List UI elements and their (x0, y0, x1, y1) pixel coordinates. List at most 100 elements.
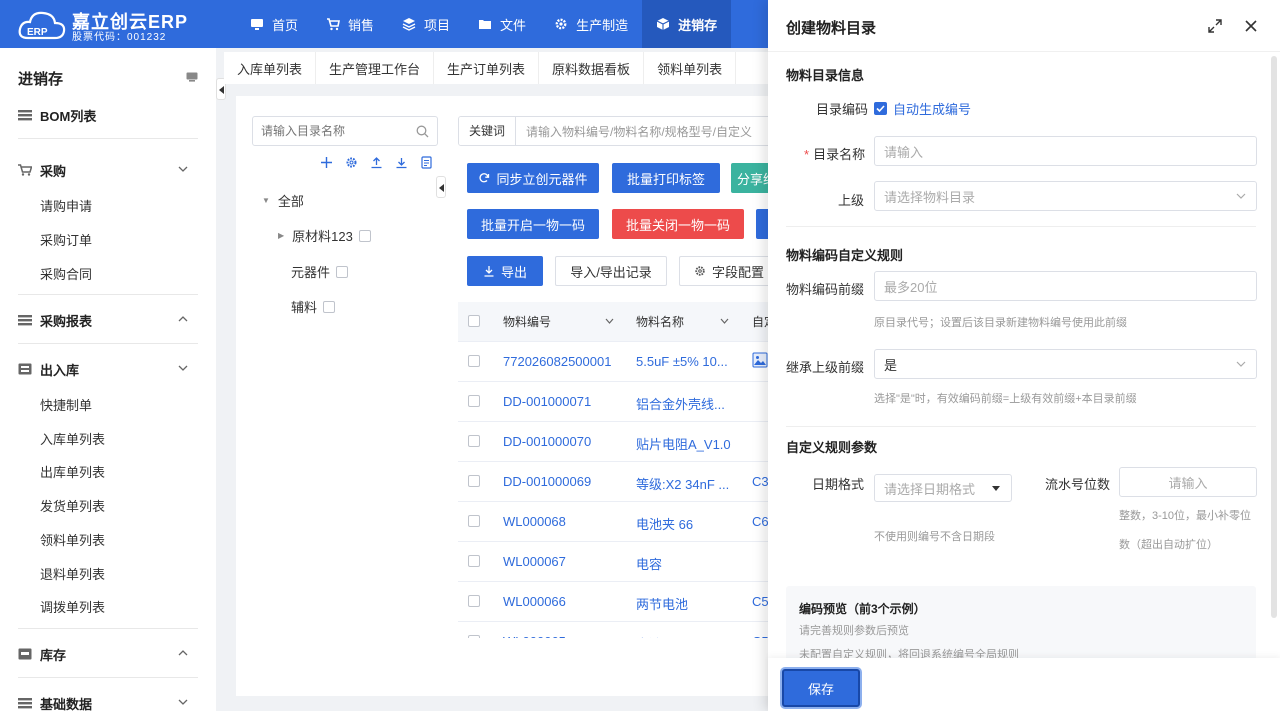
select-all-checkbox[interactable] (468, 315, 480, 327)
nav-label: 首页 (272, 17, 299, 33)
sidebar-item-purchase[interactable]: 采购 (18, 159, 198, 181)
material-code-link[interactable]: WL000066 (503, 594, 566, 609)
export-button[interactable]: 导出 (467, 256, 543, 286)
app-logo[interactable]: ERP 嘉立创云ERP 股票代码：001232 (18, 6, 188, 43)
table-row[interactable]: WL000068 电池夹 66 C6 (458, 502, 784, 542)
sidebar-item-stock-io[interactable]: 出入库 (18, 358, 198, 380)
nav-home[interactable]: 首页 (236, 0, 312, 48)
download-icon[interactable] (395, 156, 408, 169)
tree-search-input[interactable] (253, 117, 403, 145)
parent-catalog-select[interactable]: 请选择物料目录 (874, 181, 1257, 211)
code-prefix-input[interactable]: 最多20位 (874, 271, 1257, 301)
document-icon[interactable] (420, 156, 433, 169)
material-code-link[interactable]: WL000068 (503, 514, 566, 529)
button-label: 批量打印标签 (626, 171, 705, 187)
expand-icon[interactable] (1208, 19, 1222, 33)
table-row[interactable]: DD-001000070 贴片电阻A_V1.0 (458, 422, 784, 462)
tab-picking-list[interactable]: 领料单列表 (644, 52, 737, 84)
nav-manufacturing[interactable]: 生产制造 (540, 0, 642, 48)
save-button[interactable]: 保存 (782, 669, 860, 707)
table-row[interactable]: DD-001000071 铝合金外壳线... (458, 382, 784, 422)
serial-digits-input[interactable]: 请输入 (1119, 467, 1257, 497)
field-config-button[interactable]: 字段配置 (679, 256, 779, 286)
caret-right-icon[interactable]: ▶ (278, 231, 284, 240)
sidebar-item-inventory[interactable]: 库存 (18, 643, 198, 665)
row-checkbox[interactable] (468, 435, 480, 447)
sidebar-item-purchase-request[interactable]: 请购申请 (40, 196, 92, 215)
drawer-scrollbar[interactable] (1271, 56, 1277, 618)
caret-down-icon[interactable]: ▼ (262, 196, 270, 205)
nav-sales[interactable]: 销售 (312, 0, 388, 48)
auto-code-checkbox[interactable]: 自动生成编号 (874, 99, 971, 118)
material-code-link[interactable]: WL000067 (503, 554, 566, 569)
image-icon[interactable] (752, 352, 768, 371)
catalog-name-input[interactable]: 请输入 (874, 136, 1257, 166)
row-checkbox[interactable] (468, 595, 480, 607)
sidebar-section-label: 库存 (40, 647, 67, 663)
batch-disable-code-button[interactable]: 批量关闭一物一码 (612, 209, 744, 239)
import-export-log-button[interactable]: 导入/导出记录 (555, 256, 667, 286)
table-row[interactable]: WL000067 电容 (458, 542, 784, 582)
tree-node-components[interactable]: 元器件 (291, 262, 349, 281)
field-label-date: 日期格式 (811, 477, 864, 492)
upload-icon[interactable] (370, 156, 383, 169)
sidebar-item-outbound-list[interactable]: 出库单列表 (40, 462, 105, 481)
keyboard-icon[interactable] (186, 72, 198, 82)
material-code-link[interactable]: DD-001000069 (503, 474, 591, 489)
caret-left-icon (219, 86, 224, 94)
nav-files[interactable]: 文件 (464, 0, 540, 48)
tree-node-checkbox[interactable] (336, 265, 349, 278)
tab-material-dashboard[interactable]: 原料数据看板 (539, 52, 645, 84)
batch-print-button[interactable]: 批量打印标签 (612, 163, 720, 193)
sync-components-button[interactable]: 同步立创元器件 (467, 163, 599, 193)
tab-inbound-list[interactable]: 入库单列表 (224, 52, 317, 84)
col-material-code[interactable]: 物料编号 (503, 302, 623, 342)
row-checkbox[interactable] (468, 395, 480, 407)
material-code-link[interactable]: WL000065 (503, 634, 566, 638)
table-row[interactable]: DD-001000069 等级:X2 34nF ... C3 (458, 462, 784, 502)
table-row[interactable]: WL000065 电池 70121010 C5 (458, 622, 784, 638)
sidebar-item-inbound-list[interactable]: 入库单列表 (40, 429, 105, 448)
row-checkbox[interactable] (468, 635, 480, 638)
nav-project[interactable]: 项目 (388, 0, 464, 48)
tree-node-raw-material[interactable]: ▶ 原材料123 (278, 226, 371, 245)
sidebar-item-bom[interactable]: BOM列表 (18, 104, 198, 126)
sidebar-item-picking-list[interactable]: 领料单列表 (40, 530, 105, 549)
settings-icon[interactable] (345, 156, 358, 169)
row-checkbox[interactable] (468, 475, 480, 487)
search-icon[interactable] (416, 125, 429, 138)
tree-node-all[interactable]: ▼ 全部 (262, 191, 304, 210)
sidebar-item-purchase-contract[interactable]: 采购合同 (40, 264, 92, 283)
col-material-name[interactable]: 物料名称 (636, 302, 746, 342)
material-code-link[interactable]: 772026082500001 (503, 354, 611, 369)
material-code-link[interactable]: DD-001000071 (503, 394, 591, 409)
material-name: 等级:X2 34nF ... (636, 477, 730, 492)
row-checkbox[interactable] (468, 515, 480, 527)
tab-production-workbench[interactable]: 生产管理工作台 (316, 52, 435, 84)
sidebar-item-quick-order[interactable]: 快捷制单 (40, 395, 92, 414)
tree-collapse-handle[interactable] (436, 176, 446, 198)
app-subtitle: 股票代码：001232 (72, 32, 167, 43)
row-checkbox[interactable] (468, 355, 480, 367)
close-icon[interactable] (1244, 19, 1258, 33)
date-format-select[interactable]: 请选择日期格式 (874, 474, 1012, 502)
tree-node-accessories[interactable]: 辅料 (291, 297, 336, 316)
sidebar-item-delivery-list[interactable]: 发货单列表 (40, 496, 105, 515)
inherit-prefix-select[interactable]: 是 (874, 349, 1257, 379)
sidebar-item-transfer-list[interactable]: 调拨单列表 (40, 597, 105, 616)
tab-production-orders[interactable]: 生产订单列表 (434, 52, 540, 84)
sidebar-item-purchase-order[interactable]: 采购订单 (40, 230, 92, 249)
row-checkbox[interactable] (468, 555, 480, 567)
tree-node-checkbox[interactable] (358, 229, 371, 242)
tree-node-checkbox[interactable] (323, 300, 336, 313)
keyword-input[interactable]: 请输入物料编号/物料名称/规格型号/自定义 (516, 123, 752, 140)
table-row[interactable]: 772026082500001 5.5uF ±5% 10... (458, 342, 784, 382)
table-row[interactable]: WL000066 两节电池 C5 (458, 582, 784, 622)
batch-enable-code-button[interactable]: 批量开启一物一码 (467, 209, 599, 239)
nav-inventory[interactable]: 进销存 (642, 0, 732, 48)
material-code-link[interactable]: DD-001000070 (503, 434, 591, 449)
sidebar-item-purchase-report[interactable]: 采购报表 (18, 309, 198, 331)
sidebar-item-return-list[interactable]: 退料单列表 (40, 564, 105, 583)
add-icon[interactable] (320, 156, 333, 169)
sidebar-item-base-data[interactable]: 基础数据 (18, 692, 198, 711)
